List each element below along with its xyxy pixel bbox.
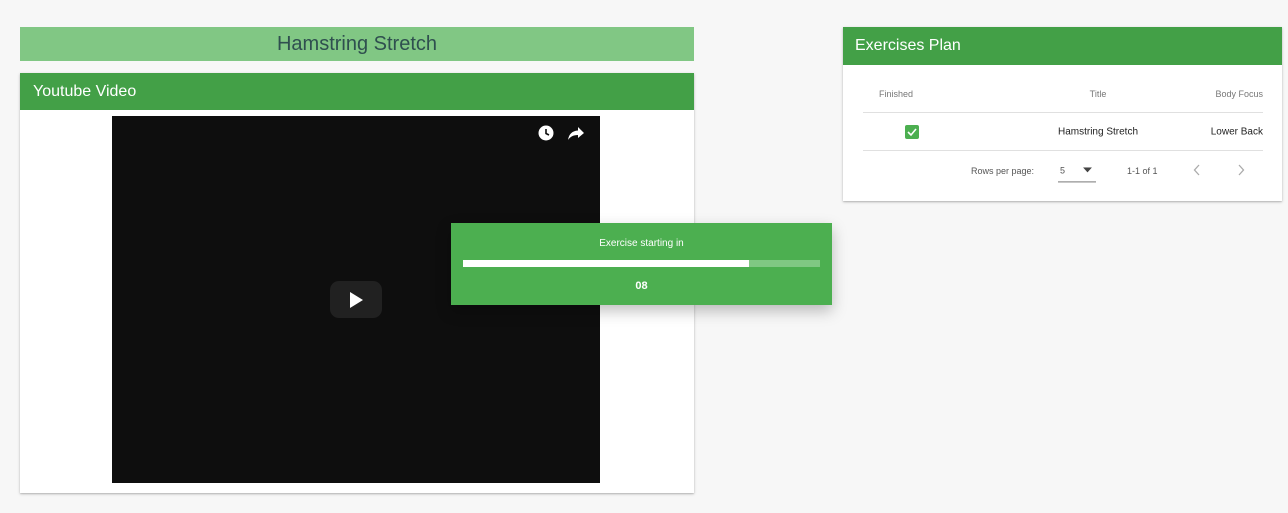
- play-button[interactable]: [330, 281, 382, 318]
- countdown-dialog: Exercise starting in 08: [451, 223, 832, 305]
- rows-per-page-value: 5: [1060, 165, 1066, 176]
- chevron-left-icon[interactable]: [1193, 164, 1201, 178]
- table-row[interactable]: Hamstring Stretch Lower Back: [863, 113, 1263, 151]
- page-title: Hamstring Stretch: [20, 27, 694, 61]
- pagination: Rows per page: 5 1-1 of 1: [863, 151, 1263, 191]
- page-title-text: Hamstring Stretch: [276, 32, 438, 55]
- exercises-table: Finished Title Body Focus Hamstring Stre…: [863, 75, 1263, 151]
- countdown-progress-bar: [463, 260, 820, 267]
- cell-body-focus: Lower Back: [1210, 126, 1263, 137]
- video-card-header: Youtube Video: [20, 73, 694, 110]
- column-header-body-focus[interactable]: Body Focus: [1215, 89, 1263, 99]
- rows-per-page-select[interactable]: 5: [1058, 163, 1096, 183]
- column-header-finished[interactable]: Finished: [879, 89, 913, 99]
- video-card-title: Youtube Video: [33, 82, 137, 100]
- share-icon[interactable]: [568, 125, 584, 141]
- countdown-value: 08: [635, 280, 648, 292]
- exercises-plan-card: Exercises Plan Finished Title Body Focus…: [843, 27, 1282, 201]
- dropdown-arrow-icon: [1083, 167, 1092, 173]
- pagination-range: 1-1 of 1: [1127, 166, 1158, 176]
- plan-card-header: Exercises Plan: [843, 27, 1282, 65]
- countdown-label: Exercise starting in: [599, 238, 684, 249]
- column-header-title[interactable]: Title: [1090, 89, 1107, 99]
- rows-per-page-label: Rows per page:: [971, 166, 1035, 176]
- watch-later-icon[interactable]: [538, 125, 554, 141]
- chevron-right-icon[interactable]: [1237, 164, 1245, 178]
- countdown-progress-fill: [463, 260, 749, 267]
- table-header-row: Finished Title Body Focus: [863, 75, 1263, 113]
- plan-card-title: Exercises Plan: [855, 37, 961, 54]
- player-top-controls: [538, 125, 584, 141]
- play-icon: [350, 291, 363, 308]
- cell-title: Hamstring Stretch: [1057, 126, 1139, 137]
- checkbox-checked-icon[interactable]: [905, 124, 919, 139]
